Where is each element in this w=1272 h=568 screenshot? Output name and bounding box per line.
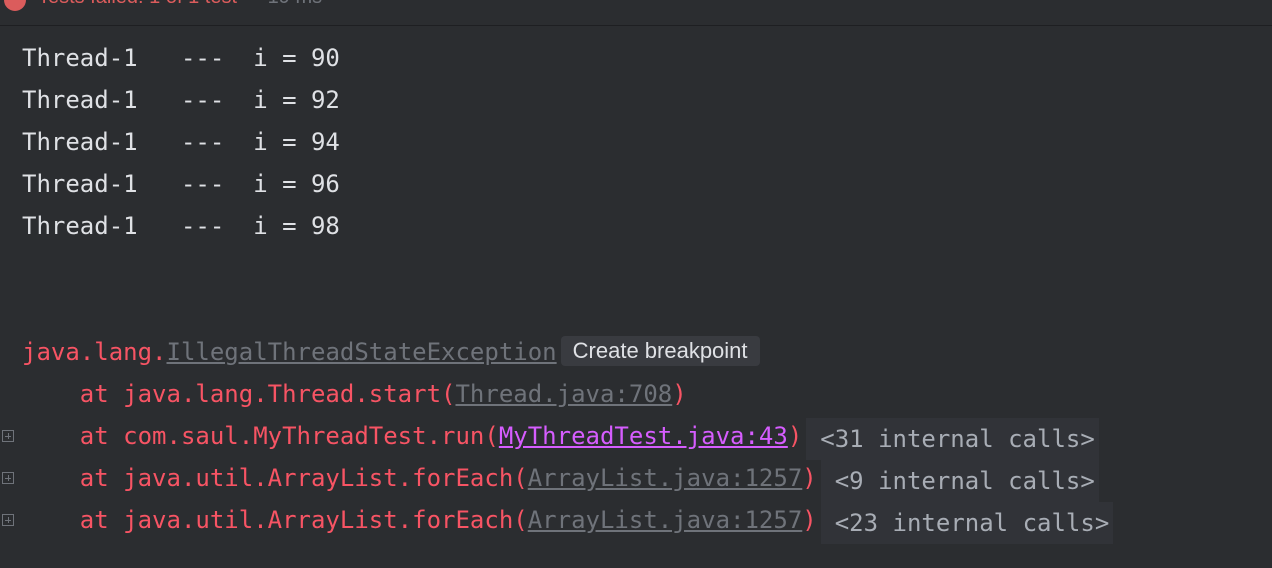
source-link[interactable]: ArrayList.java:1257 <box>528 464 803 492</box>
expand-icon[interactable] <box>2 514 14 526</box>
output-line: Thread-1 --- i = 94 <box>22 128 340 156</box>
error-icon <box>4 0 26 11</box>
stack-frame-text: at com.saul.MyThreadTest.run( <box>22 422 499 450</box>
stack-frame: at java.util.ArrayList.forEach(ArrayList… <box>22 499 1114 544</box>
stack-frame-text: at java.lang.Thread.start( <box>22 380 456 408</box>
stack-frame: at java.util.ArrayList.forEach(ArrayList… <box>22 457 1099 502</box>
expand-icon[interactable] <box>2 472 14 484</box>
status-message: Tests failed: 1 of 1 test <box>38 0 237 8</box>
output-line: Thread-1 --- i = 92 <box>22 86 340 114</box>
stack-frame: at java.lang.Thread.start(Thread.java:70… <box>22 376 687 412</box>
stack-frame-close: ) <box>787 422 803 450</box>
console-output: Tests failed: 1 of 1 test – 19 ms Thread-… <box>0 0 1272 568</box>
internal-calls-fold[interactable]: <23 internal calls> <box>820 502 1114 544</box>
exception-class-link[interactable]: IllegalThreadStateException <box>167 338 557 366</box>
output-line: Thread-1 --- i = 98 <box>22 212 340 240</box>
internal-calls-fold[interactable]: <9 internal calls> <box>820 460 1099 502</box>
source-link[interactable]: MyThreadTest.java:43 <box>499 422 788 450</box>
stack-frame-close: ) <box>672 380 687 408</box>
stack-frame-close: ) <box>802 464 817 492</box>
output-line: Thread-1 --- i = 90 <box>22 44 340 72</box>
source-link[interactable]: Thread.java:708 <box>455 380 672 408</box>
stack-frame: at com.saul.MyThreadTest.run(MyThreadTes… <box>22 415 1099 460</box>
internal-calls-fold[interactable]: <31 internal calls> <box>806 418 1099 460</box>
exception-line: java.lang.IllegalThreadStateException Cre… <box>22 334 760 370</box>
test-status-bar: Tests failed: 1 of 1 test – 19 ms <box>0 0 1272 26</box>
source-link[interactable]: ArrayList.java:1257 <box>528 506 803 534</box>
output-line: Thread-1 --- i = 96 <box>22 170 340 198</box>
stack-frame-close: ) <box>802 506 817 534</box>
stack-frame-text: at java.util.ArrayList.forEach( <box>22 506 528 534</box>
status-time: – 19 ms <box>251 0 322 8</box>
status-text: Tests failed: 1 of 1 test – 19 ms <box>38 0 322 9</box>
create-breakpoint-button[interactable]: Create breakpoint <box>560 336 760 366</box>
expand-icon[interactable] <box>2 430 14 442</box>
exception-package: java.lang. <box>22 338 167 366</box>
stack-frame-text: at java.util.ArrayList.forEach( <box>22 464 528 492</box>
